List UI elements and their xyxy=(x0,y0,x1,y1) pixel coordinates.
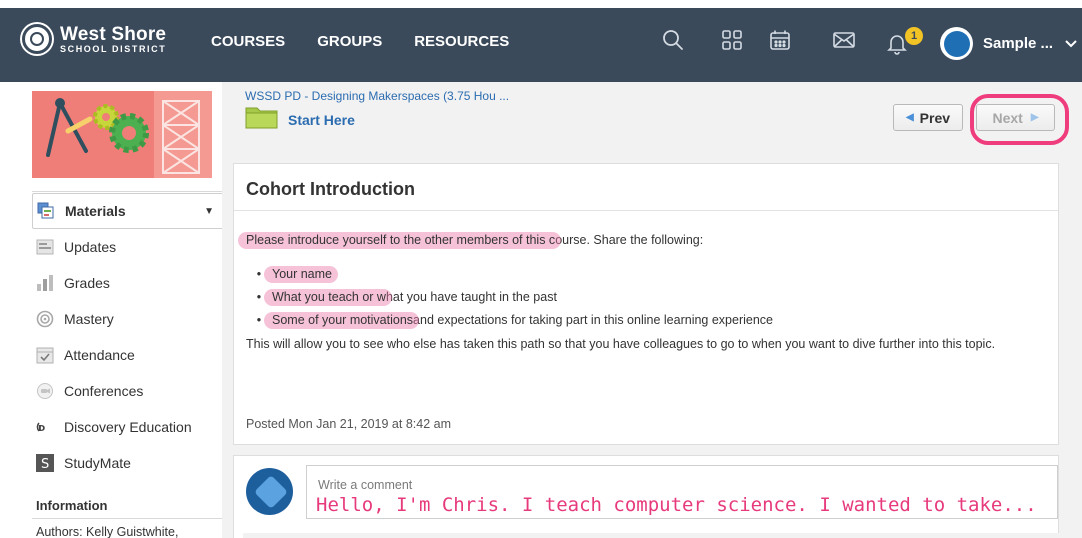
discovery-education-icon: ᴅ xyxy=(36,418,54,436)
bullet-highlight: What you teach or w xyxy=(264,288,392,306)
user-name: Sample ... xyxy=(983,35,1054,52)
primary-nav: COURSES GROUPS RESOURCES xyxy=(211,33,509,50)
mail-icon[interactable] xyxy=(831,27,857,53)
sidebar-item-updates[interactable]: Updates xyxy=(32,229,222,265)
bullet-highlight: Some of your motivations xyxy=(263,311,420,329)
sidebar-item-label: Mastery xyxy=(64,311,114,327)
comment-footer-bar xyxy=(243,533,1061,538)
course-sidebar-menu: Materials ▼ Updates Grades Mastery Atten… xyxy=(32,193,222,481)
studymate-icon: S xyxy=(36,454,54,472)
bullet-highlight: Your name xyxy=(264,265,338,283)
sidebar-divider xyxy=(32,191,222,192)
notification-badge: 1 xyxy=(905,27,923,45)
sidebar-item-materials[interactable]: Materials ▼ xyxy=(32,193,222,229)
comment-typed-text: Hello, I'm Chris. I teach computer scien… xyxy=(316,494,1037,516)
materials-icon xyxy=(37,202,55,220)
card-header: Cohort Introduction xyxy=(234,164,1058,211)
triangle-left-icon: ◀ xyxy=(905,112,914,123)
folder-title[interactable]: Start Here xyxy=(288,112,355,128)
logo-subtitle: SCHOOL DISTRICT xyxy=(60,43,167,54)
sidebar-item-label: Materials xyxy=(65,203,126,219)
district-seal-icon xyxy=(22,24,52,54)
posted-timestamp: Posted Mon Jan 21, 2019 at 8:42 am xyxy=(246,417,451,431)
prev-button[interactable]: ◀ Prev xyxy=(893,104,963,131)
user-avatar xyxy=(940,27,973,60)
sidebar-item-label: Discovery Education xyxy=(64,419,192,435)
search-icon[interactable] xyxy=(660,27,686,53)
top-strip xyxy=(0,0,1082,8)
mastery-icon xyxy=(36,310,54,328)
top-navigation-bar: West Shore SCHOOL DISTRICT COURSES GROUP… xyxy=(0,0,1082,82)
breadcrumb[interactable]: WSSD PD - Designing Makerspaces (3.75 Ho… xyxy=(245,89,509,103)
sidebar-item-studymate[interactable]: S StudyMate xyxy=(32,445,222,481)
logo-title: West Shore xyxy=(60,23,167,45)
sidebar-item-mastery[interactable]: Mastery xyxy=(32,301,222,337)
sidebar-item-label: Updates xyxy=(64,239,117,255)
sidebar-item-label: Attendance xyxy=(64,347,135,363)
sidebar-item-label: Grades xyxy=(64,275,110,291)
intro-highlight: Please introduce yourself to the other m… xyxy=(246,233,556,247)
authors-text: Authors: Kelly Guistwhite, xyxy=(36,525,179,538)
sidebar-item-conferences[interactable]: Conferences xyxy=(32,373,222,409)
bullet-list: • Your name • What you teach or w hat you h… xyxy=(246,262,773,331)
sidebar-item-grades[interactable]: Grades xyxy=(32,265,222,301)
district-logo[interactable]: West Shore SCHOOL DISTRICT xyxy=(22,24,166,54)
nav-courses[interactable]: COURSES xyxy=(211,33,285,50)
next-button-annotation-circle xyxy=(970,94,1069,145)
list-item: • Some of your motivations and expectatio… xyxy=(256,311,773,329)
sidebar-item-discovery-education[interactable]: ᴅ Discovery Education xyxy=(32,409,222,445)
nav-groups[interactable]: GROUPS xyxy=(317,33,382,50)
user-menu[interactable]: Sample ... xyxy=(940,27,1077,60)
discussion-card: Cohort Introduction Please introduce you… xyxy=(233,163,1059,445)
comment-input[interactable]: Write a comment Hello, I'm Chris. I teac… xyxy=(306,465,1058,519)
chevron-down-icon xyxy=(1065,36,1077,51)
intro-text: Please introduce yourself to the other m… xyxy=(246,233,704,247)
conferences-icon xyxy=(36,382,54,400)
prev-label: Prev xyxy=(919,109,951,126)
list-item: • What you teach or w hat you have taught … xyxy=(256,288,557,306)
list-item: • Your name xyxy=(256,265,338,283)
svg-text:ᴅ: ᴅ xyxy=(38,421,45,434)
sidebar-item-attendance[interactable]: Attendance xyxy=(32,337,222,373)
sidebar-item-label: Conferences xyxy=(64,383,144,399)
grades-icon xyxy=(36,274,54,292)
attendance-icon xyxy=(36,346,54,364)
apps-grid-icon[interactable] xyxy=(719,27,745,53)
nav-resources[interactable]: RESOURCES xyxy=(414,33,509,50)
calendar-icon[interactable] xyxy=(767,27,793,53)
course-banner-image xyxy=(32,91,212,178)
comment-placeholder: Write a comment xyxy=(318,478,413,492)
sidebar-item-label: StudyMate xyxy=(64,455,131,471)
commenter-avatar xyxy=(246,468,293,515)
information-heading: Information xyxy=(36,498,108,513)
svg-text:S: S xyxy=(41,457,49,472)
body-paragraph: This will allow you to see who else has … xyxy=(246,337,996,351)
caret-down-icon: ▼ xyxy=(204,205,214,217)
information-divider xyxy=(32,518,222,519)
updates-icon xyxy=(36,238,54,256)
page-title: Cohort Introduction xyxy=(246,179,415,199)
folder-icon xyxy=(245,105,278,129)
